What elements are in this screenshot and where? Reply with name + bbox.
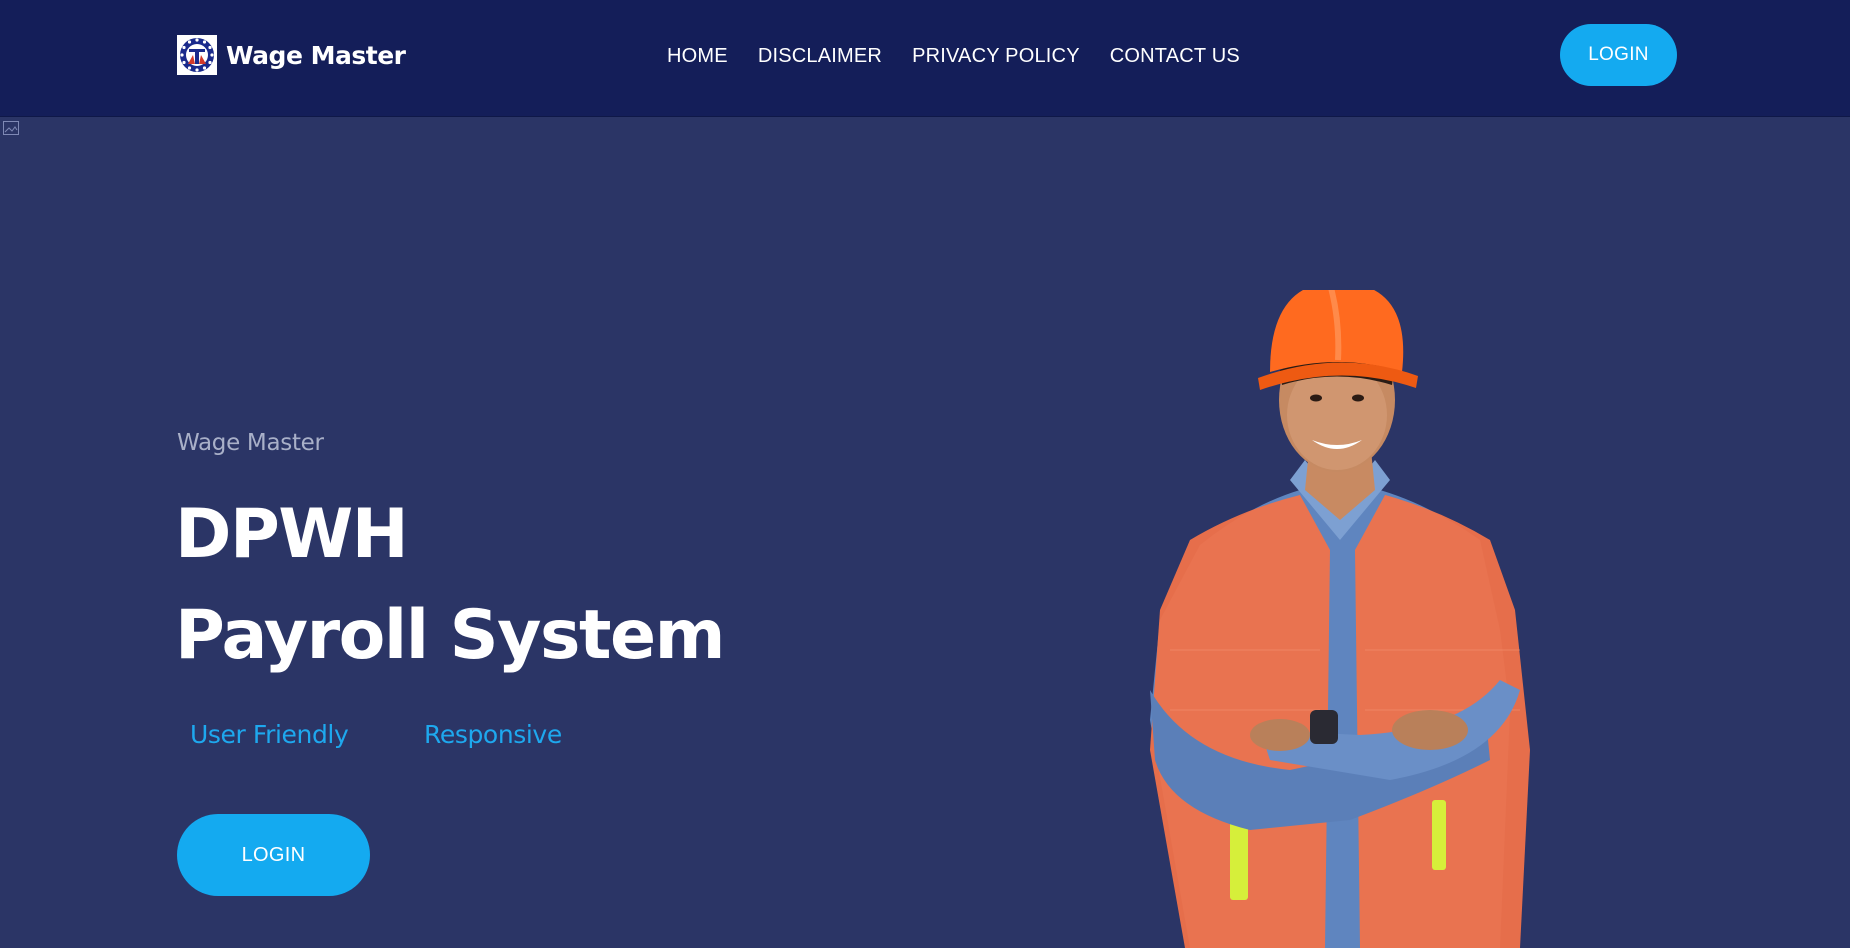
hero-login-button[interactable]: LOGIN (177, 814, 370, 896)
construction-worker-image (1150, 290, 1530, 948)
nav-contact-us-link[interactable]: CONTACT US (1110, 45, 1240, 68)
brand-link[interactable]: Wage Master (177, 34, 406, 76)
feature-user-friendly: User Friendly (190, 720, 349, 749)
top-navbar: Wage Master HOME DISCLAIMER PRIVACY POLI… (0, 0, 1850, 117)
hero-title-line-2: Payroll System (175, 596, 725, 675)
landing-page: Wage Master HOME DISCLAIMER PRIVACY POLI… (0, 0, 1850, 948)
dpwh-seal-icon (177, 35, 217, 75)
feature-responsive: Responsive (424, 720, 562, 749)
hero-title-line-1: DPWH (175, 495, 409, 574)
main-nav: HOME DISCLAIMER PRIVACY POLICY CONTACT U… (667, 0, 1240, 112)
nav-privacy-policy-link[interactable]: PRIVACY POLICY (912, 45, 1080, 68)
broken-image-icon (3, 121, 19, 135)
hero-eyebrow: Wage Master (177, 430, 324, 456)
nav-disclaimer-link[interactable]: DISCLAIMER (758, 45, 882, 68)
brand-name: Wage Master (226, 40, 406, 70)
header-login-button[interactable]: LOGIN (1560, 24, 1677, 86)
nav-home-link[interactable]: HOME (667, 45, 728, 68)
